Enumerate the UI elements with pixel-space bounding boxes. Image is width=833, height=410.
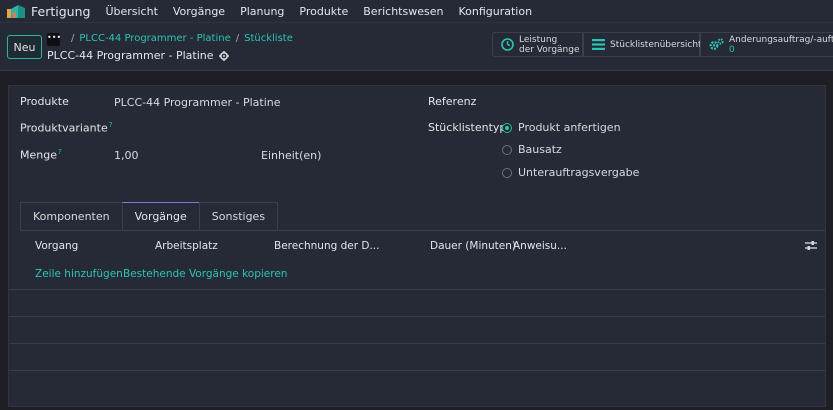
smart-button-bom-overview[interactable]: Stücklistenübersicht (583, 32, 702, 57)
menu-berichtswesen[interactable]: Berichtswesen (363, 5, 443, 18)
bom-type-radio-kit[interactable]: Bausatz (502, 143, 562, 156)
product-label: Produkte (20, 95, 69, 108)
smart-button-change-orders[interactable]: Änderungsauftrag/-aufträ 0 (700, 32, 833, 57)
breadcrumb-link-product[interactable]: PLCC-44 Programmer - Platine (79, 33, 230, 44)
menu-planung[interactable]: Planung (240, 5, 284, 18)
smart-button-label: Leistung (519, 34, 558, 45)
breadcrumb: / PLCC-44 Programmer - Platine / Stückli… (66, 33, 293, 44)
top-navbar: Fertigung Übersicht Vorgänge Planung Pro… (0, 0, 833, 23)
app-logo-icon[interactable] (7, 4, 25, 18)
app-title[interactable]: Fertigung (31, 4, 90, 19)
breadcrumb-link-bom[interactable]: Stückliste (244, 33, 293, 44)
radio-label: Bausatz (518, 143, 562, 156)
column-header-berechnung[interactable]: Berechnung der D... (274, 240, 379, 252)
smart-button-label: der Vorgänge (519, 44, 580, 55)
reference-label: Referenz (428, 95, 477, 108)
optional-columns-toggle-icon[interactable] (805, 240, 817, 251)
table-row (9, 370, 825, 397)
radio-selected-icon (502, 122, 512, 133)
table-row (9, 343, 825, 370)
column-header-anweisungen[interactable]: Anweisu... (513, 240, 567, 252)
gears-icon (709, 38, 724, 50)
bom-type-label: Stücklistentyp (428, 121, 507, 134)
gear-icon[interactable] (218, 50, 229, 61)
help-tooltip-icon[interactable]: ? (109, 121, 113, 129)
tab-vorgaenge[interactable]: Vorgänge (121, 202, 200, 230)
clock-icon (501, 38, 514, 51)
menu-vorgaenge[interactable]: Vorgänge (173, 5, 225, 18)
menu-konfiguration[interactable]: Konfiguration (458, 5, 532, 18)
column-header-arbeitsplatz[interactable]: Arbeitsplatz (155, 240, 218, 252)
add-line-link[interactable]: Zeile hinzufügen (35, 268, 123, 280)
table-actions-row: Zeile hinzufügen Bestehende Vorgänge kop… (9, 260, 825, 289)
menu-uebersicht[interactable]: Übersicht (105, 5, 157, 18)
variant-label: Produktvariante? (20, 121, 113, 135)
record-title-text: PLCC-44 Programmer - Platine (47, 49, 214, 62)
quantity-label: Menge? (20, 148, 62, 162)
table-header: Vorgang Arbeitsplatz Berechnung der D...… (9, 231, 825, 260)
menu-produkte[interactable]: Produkte (299, 5, 348, 18)
radio-unselected-icon (502, 144, 512, 155)
tab-sonstiges[interactable]: Sonstiges (198, 202, 279, 230)
form-sheet: Produkte PLCC-44 Programmer - Platine Pr… (8, 85, 826, 407)
radio-label: Produkt anfertigen (518, 121, 621, 134)
breadcrumb-collapsed-button[interactable]: ••• (47, 33, 61, 46)
new-button[interactable]: Neu (7, 35, 42, 59)
control-panel: Neu ••• / PLCC-44 Programmer - Platine /… (0, 23, 833, 71)
quantity-field[interactable]: 1,00 (114, 149, 139, 162)
radio-label: Unterauftragsvergabe (518, 166, 640, 179)
table-row (9, 316, 825, 343)
column-header-dauer[interactable]: Dauer (Minuten) (430, 240, 516, 252)
smart-button-label: Änderungsauftrag/-aufträ (729, 34, 833, 45)
breadcrumb-separator: / (71, 33, 75, 44)
uom-field[interactable]: Einheit(en) (261, 149, 321, 162)
smart-button-workorder-performance[interactable]: Leistung der Vorgänge (492, 32, 583, 57)
table-row (9, 289, 825, 316)
help-tooltip-icon[interactable]: ? (58, 148, 62, 156)
copy-operations-link[interactable]: Bestehende Vorgänge kopieren (123, 268, 287, 280)
list-icon (592, 39, 605, 50)
tab-komponenten[interactable]: Komponenten (20, 202, 123, 230)
product-field[interactable]: PLCC-44 Programmer - Platine (114, 96, 281, 109)
bom-type-radio-subcontracting[interactable]: Unterauftragsvergabe (502, 166, 639, 179)
bom-type-radio-normal[interactable]: Produkt anfertigen (502, 121, 621, 134)
notebook-tabs: Komponenten Vorgänge Sonstiges (20, 202, 279, 230)
breadcrumb-separator: / (235, 33, 240, 44)
smart-button-count: 0 (729, 44, 735, 55)
page-title: PLCC-44 Programmer - Platine (47, 49, 229, 62)
smart-button-label: Stücklistenübersicht (610, 39, 702, 50)
radio-unselected-icon (502, 167, 512, 178)
column-header-vorgang[interactable]: Vorgang (35, 240, 78, 252)
